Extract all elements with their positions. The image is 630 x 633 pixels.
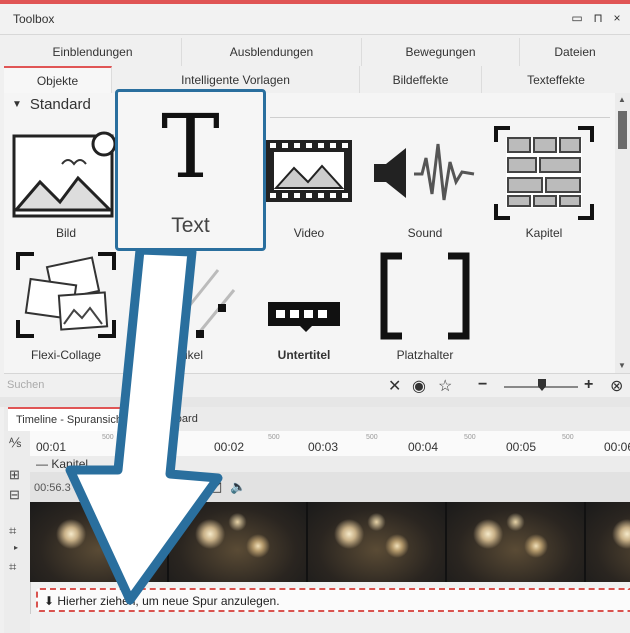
tab-row-2: Objekte Intelligente Vorlagen Bildeffekt… <box>4 66 630 95</box>
clip-frame <box>447 502 584 582</box>
tab-bildeffekte[interactable]: Bildeffekte <box>360 66 482 94</box>
object-platzhalter-label: Platzhalter <box>396 348 454 362</box>
ruler-label-00-02: 00:02 <box>214 440 245 454</box>
chapter-icon <box>494 126 594 220</box>
text-glyph-icon: T <box>161 95 220 198</box>
ruler-label-00-06: 00:06 <box>604 440 630 454</box>
collage-icon <box>16 252 116 338</box>
tab-ausblendungen[interactable]: Ausblendungen <box>182 38 362 66</box>
object-sound-label: Sound <box>407 226 443 240</box>
object-kapitel[interactable]: Kapitel <box>492 124 596 246</box>
tab-objekte[interactable]: Objekte <box>4 66 112 94</box>
zoom-slider-thumb[interactable] <box>538 379 546 391</box>
text-object-label: Text <box>171 214 210 237</box>
tab-dateien[interactable]: Dateien <box>520 38 630 66</box>
scroll-down-icon[interactable]: ▼ <box>618 361 626 370</box>
image-icon <box>12 131 117 218</box>
section-standard-header[interactable]: ▼ Standard <box>12 96 91 113</box>
clip-duration: 00:56.3 <box>34 482 71 494</box>
ruler-label-00-03: 00:03 <box>308 440 339 454</box>
section-title: Standard <box>29 96 91 113</box>
ruler-minor: 500 <box>268 434 280 441</box>
pin-window-button[interactable]: ⊓ <box>591 11 605 25</box>
restore-window-button[interactable]: ▭ <box>570 11 584 25</box>
clip-frame <box>169 502 306 582</box>
tab-storyboard[interactable]: Storyboard <box>136 407 206 431</box>
tab-row-1: Einblendungen Ausblendungen Bewegungen D… <box>4 38 630 67</box>
object-video-label: Video <box>293 226 325 240</box>
timeline-ruler[interactable]: 00:01 500 00:02 500 00:03 500 00:04 500 … <box>30 431 630 457</box>
expand-tracks-icon[interactable]: ⊞ <box>9 467 20 483</box>
scrollbar-thumb[interactable] <box>618 111 627 149</box>
clear-search-icon[interactable]: ✕ <box>388 376 401 396</box>
clip-frame <box>586 502 630 582</box>
close-window-button[interactable]: × <box>610 11 624 25</box>
object-partikel[interactable]: Partikel <box>138 250 248 366</box>
object-untertitel[interactable]: Untertitel <box>262 300 346 366</box>
ruler-label-00-01: 00:01 <box>36 440 67 454</box>
film-icon <box>266 140 352 202</box>
ruler-minor: 500 <box>366 434 378 441</box>
star-icon[interactable]: ☆ <box>438 376 452 396</box>
speaker-icon <box>374 143 475 201</box>
toolbox-title: Toolbox <box>13 12 55 26</box>
kapitel-track-text: Kapitel <box>51 457 89 471</box>
dropzone-text: ⬇ Hierher ziehen, um neue Spur anzulegen… <box>44 594 280 608</box>
objects-scrollbar[interactable]: ▲ ▼ <box>615 93 630 373</box>
clip-frame <box>30 502 167 582</box>
text-object-drag-preview[interactable]: T Text <box>115 89 266 251</box>
object-untertitel-label: Untertitel <box>277 348 331 362</box>
kapitel-track-label: — Kapitel <box>36 457 89 471</box>
tab-bewegungen[interactable]: Bewegungen <box>362 38 520 66</box>
dropzone-hint: Hierher ziehen, um neue Spur anzulegen. <box>57 594 280 608</box>
tab-texteffekte[interactable]: Texteffekte <box>482 66 630 94</box>
zoom-reset-icon[interactable]: ⊗ <box>610 376 623 396</box>
zoom-out-icon[interactable]: − <box>478 376 487 394</box>
clip-audio-icon[interactable]: 🔈 <box>230 479 246 495</box>
ruler-label-00-04: 00:04 <box>408 440 439 454</box>
ruler-label-00-05: 00:05 <box>506 440 537 454</box>
placeholder-bracket-icon <box>380 252 470 340</box>
clip-image-icon[interactable]: ◩ <box>210 479 222 495</box>
tab-timeline-spuransicht[interactable]: Timeline - Spuransicht <box>8 407 134 433</box>
clip-frame <box>308 502 445 582</box>
tab-einblendungen[interactable]: Einblendungen <box>4 38 182 66</box>
ruler-minor: 500 <box>102 434 114 441</box>
collapse-tracks-icon[interactable]: ⊟ <box>9 487 20 503</box>
timeline-tabs: Timeline - Spuransicht Storyboard <box>4 407 630 433</box>
search-input[interactable]: Suchen <box>7 379 44 391</box>
scroll-up-icon[interactable]: ▲ <box>618 95 626 104</box>
video-clip-filmstrip[interactable] <box>30 502 630 582</box>
panel-divider[interactable] <box>0 397 630 407</box>
kapitel-track-header[interactable]: — Kapitel <box>30 456 630 472</box>
object-partikel-label: Partikel <box>162 348 203 362</box>
fit-height-icon[interactable]: ⌗ <box>9 559 16 575</box>
toolbox-titlebar: Toolbox ▭ ⊓ × <box>0 4 630 35</box>
clip-settings-icon[interactable]: ▦ <box>193 479 205 495</box>
particle-icon <box>146 259 236 338</box>
clip-header[interactable]: 00:56.3 ▦ ◩ 🔈 <box>30 472 630 502</box>
timeline-bottom <box>30 614 630 633</box>
timeline-tool-column: ⅍ ⊞ ⊟ ⌗ ▸ ⌗ <box>4 431 31 633</box>
fit-width-icon[interactable]: ⌗ <box>9 523 16 539</box>
object-bild[interactable]: Bild <box>12 130 120 245</box>
subtitle-icon <box>268 302 340 332</box>
object-flexi-collage-label: Flexi-Collage <box>30 348 102 362</box>
ruler-minor: 500 <box>562 434 574 441</box>
new-track-dropzone[interactable]: ⬇ Hierher ziehen, um neue Spur anzulegen… <box>36 588 630 612</box>
ruler-minor: 500 <box>464 434 476 441</box>
object-platzhalter[interactable]: Platzhalter <box>370 250 480 366</box>
collapse-triangle-icon: ▼ <box>12 99 22 110</box>
section-separator <box>270 117 610 118</box>
object-flexi-collage[interactable]: Flexi-Collage <box>12 248 120 366</box>
search-bar: Suchen ✕ ◉ ☆ − + ⊗ <box>4 373 630 398</box>
zoom-in-icon[interactable]: + <box>584 376 593 394</box>
object-sound[interactable]: Sound <box>370 138 480 246</box>
eye-icon[interactable]: ◉ <box>412 376 426 396</box>
object-video[interactable]: Video <box>264 138 354 246</box>
more-tools-icon[interactable]: ▸ <box>14 543 18 552</box>
object-kapitel-label: Kapitel <box>525 226 563 240</box>
object-bild-label: Bild <box>55 226 76 240</box>
snap-tool-icon[interactable]: ⅍ <box>9 435 21 450</box>
